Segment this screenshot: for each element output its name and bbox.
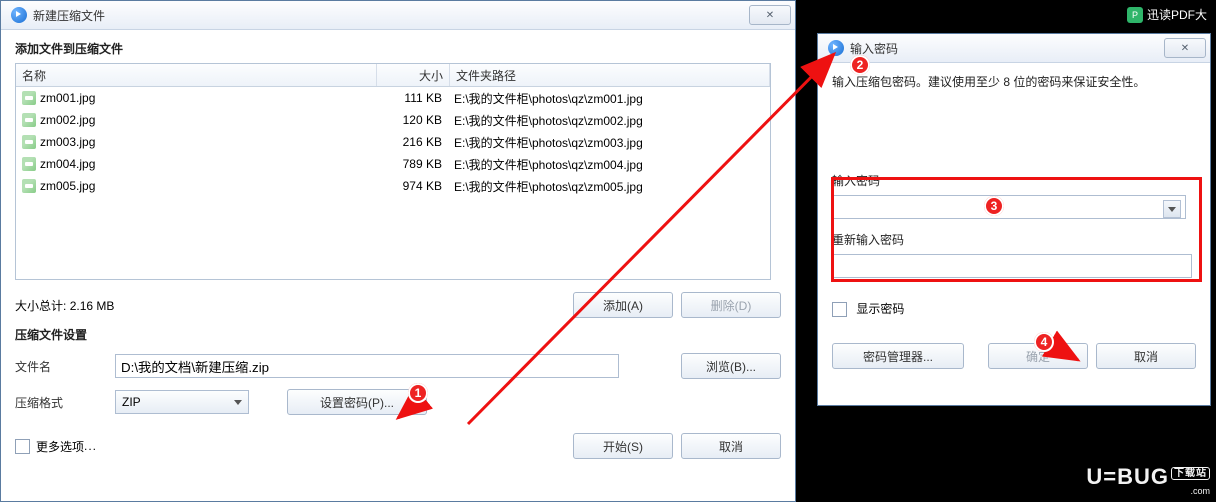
image-file-icon [22,179,36,193]
file-size: 111 KB [376,91,448,105]
show-password-label: 显示密码 [856,302,904,316]
cancel-button[interactable]: 取消 [1096,343,1196,369]
close-button[interactable]: ✕ [1164,38,1206,58]
file-name: zm003.jpg [40,135,95,149]
app-icon [828,40,844,56]
format-select[interactable]: ZIP [115,390,249,414]
app-icon [11,7,27,23]
format-label: 压缩格式 [15,394,115,411]
file-size: 974 KB [376,179,448,193]
password-combo[interactable] [832,195,1186,219]
taskbar-pdf-label: 迅读PDF大 [1147,6,1207,23]
watermark: U=U.BUGBUG下载站 .com [1086,464,1210,496]
file-path: E:\我的文件柜\photos\qz\zm003.jpg [448,134,770,151]
more-options-label: 更多选项 [36,438,84,455]
ok-button: 确定 [988,343,1088,369]
file-size: 120 KB [376,113,448,127]
filename-label: 文件名 [15,358,115,375]
table-row[interactable]: zm005.jpg 974 KBE:\我的文件柜\photos\qz\zm005.… [16,175,770,197]
file-table: 名称 大小 文件夹路径 zm001.jpg111 KBE:\我的文件柜\phot… [15,63,771,280]
set-password-button[interactable]: 设置密码(P)... [287,389,427,415]
filename-input[interactable] [115,354,619,378]
file-path: E:\我的文件柜\photos\qz\zm005.jpg [448,178,770,195]
table-header: 名称 大小 文件夹路径 [16,64,770,87]
chevron-down-icon[interactable] [1163,200,1181,218]
cancel-button[interactable]: 取消 [681,433,781,459]
image-file-icon [22,135,36,149]
close-button[interactable]: ✕ [749,5,791,25]
file-name: zm004.jpg [40,157,95,171]
show-password-checkbox[interactable] [832,302,847,317]
file-name: zm005.jpg [40,179,95,193]
image-file-icon [22,91,36,105]
image-file-icon [22,113,36,127]
create-archive-dialog: 新建压缩文件 ✕ 添加文件到压缩文件 名称 大小 文件夹路径 zm001.jpg… [0,0,796,502]
more-options-checkbox[interactable] [15,439,30,454]
titlebar[interactable]: 输入密码 ✕ [818,34,1210,63]
password-manager-button[interactable]: 密码管理器... [832,343,964,369]
table-row[interactable]: zm004.jpg 789 KBE:\我的文件柜\photos\qz\zm004.… [16,153,770,175]
file-name: zm002.jpg [40,113,95,127]
settings-label: 压缩文件设置 [15,326,781,343]
col-path-header[interactable]: 文件夹路径 [450,64,770,86]
reenter-password-label: 重新输入密码 [832,231,1196,248]
titlebar[interactable]: 新建压缩文件 ✕ [1,1,795,30]
password-dialog: 输入密码 ✕ 输入压缩包密码。建议使用至少 8 位的密码来保证安全性。 输入密码… [817,33,1211,406]
pdf-app-icon: P [1127,7,1143,23]
add-button[interactable]: 添加(A) [573,292,673,318]
dialog-title: 新建压缩文件 [33,7,749,24]
file-path: E:\我的文件柜\photos\qz\zm001.jpg [448,90,770,107]
start-button[interactable]: 开始(S) [573,433,673,459]
file-path: E:\我的文件柜\photos\qz\zm004.jpg [448,156,770,173]
file-size: 216 KB [376,135,448,149]
table-row[interactable]: zm001.jpg 111 KBE:\我的文件柜\photos\qz\zm001.… [16,87,770,109]
table-row[interactable]: zm002.jpg 120 KBE:\我的文件柜\photos\qz\zm002.… [16,109,770,131]
col-name-header[interactable]: 名称 [16,64,377,86]
file-path: E:\我的文件柜\photos\qz\zm002.jpg [448,112,770,129]
col-size-header[interactable]: 大小 [377,64,450,86]
browse-button[interactable]: 浏览(B)... [681,353,781,379]
dialog-title: 输入密码 [850,40,1164,57]
enter-password-label: 输入密码 [832,172,1196,189]
image-file-icon [22,157,36,171]
more-options-ellipsis[interactable]: ... [84,439,97,453]
totals-value: 2.16 MB [70,299,115,313]
totals-label: 大小总计: [15,299,66,313]
format-value: ZIP [122,395,141,409]
reenter-password-input[interactable] [832,254,1192,278]
table-row[interactable]: zm003.jpg 216 KBE:\我的文件柜\photos\qz\zm003.… [16,131,770,153]
delete-button: 删除(D) [681,292,781,318]
file-name: zm001.jpg [40,91,95,105]
add-files-label: 添加文件到压缩文件 [15,40,781,57]
file-size: 789 KB [376,157,448,171]
instruction-text: 输入压缩包密码。建议使用至少 8 位的密码来保证安全性。 [832,73,1196,90]
taskbar-pdf-app[interactable]: P 迅读PDF大 [1127,6,1207,23]
